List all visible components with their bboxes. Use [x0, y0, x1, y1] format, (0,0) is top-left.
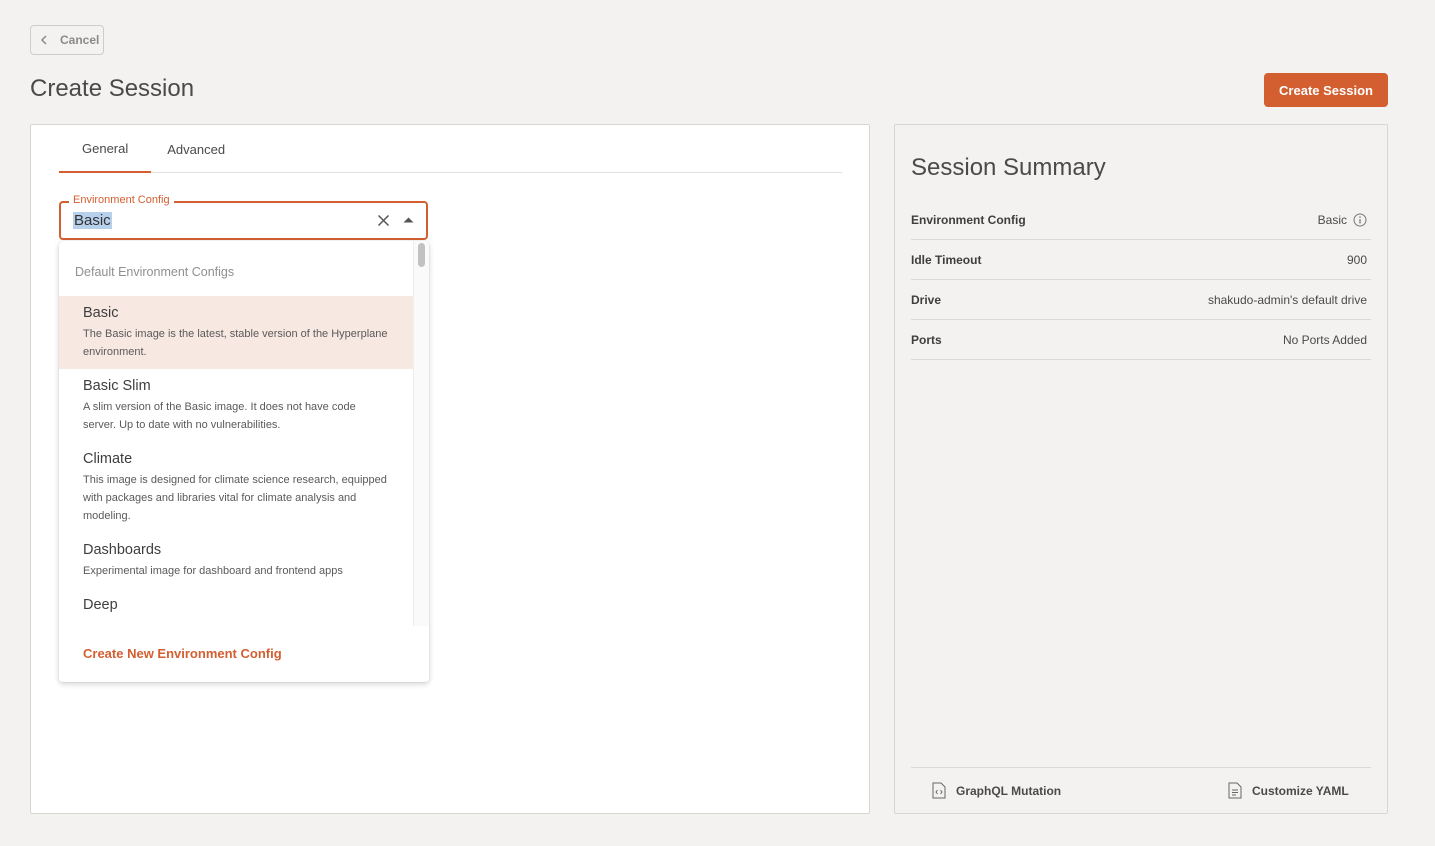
option-description: The Basic image is the latest, stable ve…	[83, 328, 388, 358]
summary-key: Ports	[911, 332, 942, 347]
environment-config-input[interactable]: Basic	[73, 212, 112, 229]
option-description: Experimental image for dashboard and fro…	[83, 565, 343, 577]
environment-config-field[interactable]: Environment Config Basic	[59, 194, 428, 240]
environment-config-label: Environment Config	[69, 194, 174, 206]
option-name: Basic	[83, 305, 119, 321]
code-file-icon	[932, 782, 946, 799]
summary-value: 900	[1346, 252, 1367, 267]
option-name: Climate	[83, 451, 133, 467]
summary-key: Idle Timeout	[911, 252, 982, 267]
option-climate[interactable]: Climate This image is designed for clima…	[59, 442, 413, 533]
clear-icon[interactable]	[377, 214, 390, 227]
dropdown-list: Default Environment Configs Basic The Ba…	[59, 241, 413, 626]
option-name: Basic Slim	[83, 378, 151, 394]
summary-key: Drive	[911, 292, 942, 307]
caret-up-icon[interactable]	[403, 217, 414, 223]
info-icon[interactable]	[1353, 213, 1367, 227]
dropdown-scrollbar[interactable]	[413, 241, 429, 626]
document-icon	[1228, 782, 1242, 799]
summary-value: Basic	[1318, 213, 1367, 227]
summary-key: Environment Config	[911, 212, 1026, 227]
customize-yaml-button[interactable]: Customize YAML	[1228, 782, 1349, 799]
session-summary-panel: Session Summary Environment Config Basic…	[894, 124, 1388, 814]
summary-rows: Environment Config Basic Idle Timeout 90…	[911, 200, 1371, 360]
option-deep[interactable]: Deep	[59, 588, 413, 625]
main-panel: General Advanced Environment Config Basi…	[30, 124, 870, 814]
tab-advanced[interactable]: Advanced	[151, 125, 241, 173]
environment-config-dropdown: Default Environment Configs Basic The Ba…	[59, 241, 429, 682]
graphql-mutation-label: GraphQL Mutation	[956, 783, 1062, 798]
summary-row-idle-timeout: Idle Timeout 900	[911, 240, 1371, 280]
cancel-button[interactable]: Cancel	[30, 25, 104, 55]
summary-row-drive: Drive shakudo-admin's default drive	[911, 280, 1371, 320]
summary-footer: GraphQL Mutation Customize YAML	[911, 767, 1371, 813]
summary-row-environment-config: Environment Config Basic	[911, 200, 1371, 240]
dropdown-footer: Create New Environment Config	[59, 626, 429, 682]
tab-general[interactable]: General	[59, 125, 152, 173]
page-title: Create Session	[30, 75, 195, 102]
create-new-environment-config-link[interactable]: Create New Environment Config	[83, 646, 282, 661]
option-name: Deep	[83, 597, 118, 613]
scrollbar-thumb[interactable]	[418, 243, 425, 267]
option-description: This image is designed for climate scien…	[83, 474, 387, 522]
summary-row-ports: Ports No Ports Added	[911, 320, 1371, 360]
cancel-label: Cancel	[60, 33, 100, 47]
graphql-mutation-button[interactable]: GraphQL Mutation	[932, 782, 1061, 799]
option-name: Dashboards	[83, 542, 162, 558]
option-dashboards[interactable]: Dashboards Experimental image for dashbo…	[59, 533, 413, 588]
summary-value-text: Basic	[1317, 212, 1347, 227]
summary-value: No Ports Added	[1282, 332, 1367, 347]
group-header: Default Environment Configs	[75, 265, 235, 279]
summary-title: Session Summary	[911, 154, 1106, 181]
summary-value: shakudo-admin's default drive	[1207, 292, 1367, 307]
chevron-left-icon	[40, 35, 47, 45]
create-session-button[interactable]: Create Session	[1264, 73, 1388, 107]
option-description: A slim version of the Basic image. It do…	[83, 401, 356, 431]
tab-bar: General Advanced	[59, 125, 842, 173]
option-basic[interactable]: Basic The Basic image is the latest, sta…	[59, 296, 413, 369]
customize-yaml-label: Customize YAML	[1252, 783, 1349, 798]
option-basic-slim[interactable]: Basic Slim A slim version of the Basic i…	[59, 369, 413, 442]
